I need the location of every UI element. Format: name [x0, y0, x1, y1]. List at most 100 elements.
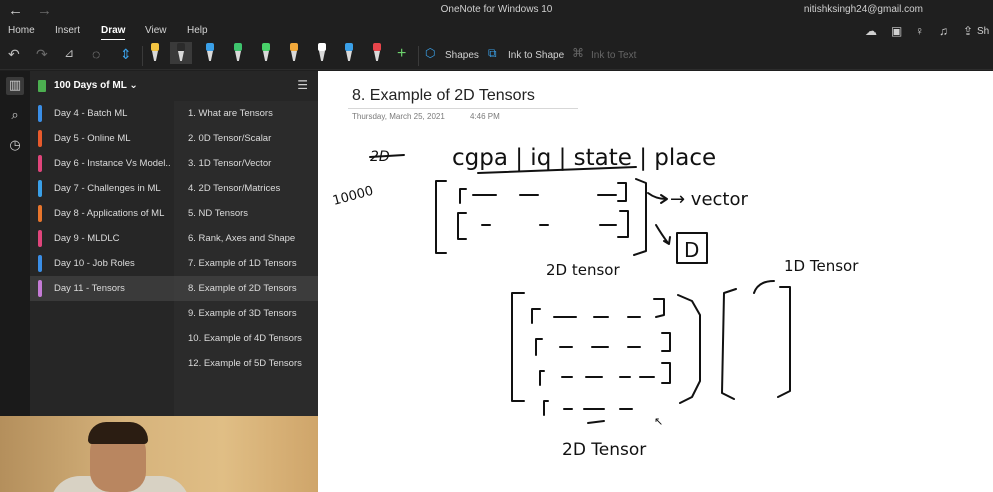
row2-bracket-right: [617, 210, 629, 238]
add-pen-icon[interactable]: +: [397, 45, 406, 63]
tab-help[interactable]: Help: [187, 25, 208, 36]
page-item[interactable]: 4. 2D Tensor/Matrices: [174, 176, 318, 201]
section-color-tab: [38, 155, 42, 172]
page-item[interactable]: 5. ND Tensors: [174, 201, 318, 226]
section-item[interactable]: Day 8 - Applications of ML: [30, 201, 174, 226]
section-color-tab: [38, 205, 42, 222]
tab-home[interactable]: Home: [8, 25, 35, 36]
add-space-icon[interactable]: ⇕: [120, 46, 132, 66]
page-label: 6. Rank, Axes and Shape: [188, 233, 296, 244]
blue-pen[interactable]: [203, 42, 217, 64]
undo-icon[interactable]: ↶: [8, 46, 20, 66]
notebook-color-icon: [38, 80, 46, 92]
title-bar: ← → OneNote for Windows 10 nitishksingh2…: [0, 0, 993, 22]
section-item[interactable]: Day 11 - Tensors: [30, 276, 174, 301]
ribbon-tabs: Home Insert Draw View Help ☁ ▣ ♀ ♫ ⇪ Sh: [0, 22, 993, 41]
notebook-header[interactable]: 100 Days of ML ⌄ ☰: [30, 71, 318, 101]
page-item[interactable]: 8. Example of 2D Tensors: [174, 276, 318, 301]
red-pen[interactable]: [370, 42, 384, 64]
notebook-name[interactable]: 100 Days of ML ⌄: [54, 80, 138, 91]
page-label: 7. Example of 1D Tensors: [188, 258, 297, 269]
outer-bracket-right: [633, 178, 647, 256]
pen-body: [235, 51, 241, 61]
shapes-button[interactable]: Shapes: [445, 50, 479, 61]
page-item[interactable]: 3. 1D Tensor/Vector: [174, 151, 318, 176]
pen-body: [319, 51, 325, 61]
white-pen[interactable]: [315, 42, 329, 64]
rows-count-text: 10000: [331, 184, 375, 209]
light-blue-pen[interactable]: [342, 42, 356, 64]
sync-icon[interactable]: ☁: [865, 24, 877, 38]
section-item[interactable]: Day 9 - MLDLC: [30, 226, 174, 251]
account-email[interactable]: nitishksingh24@gmail.com: [804, 4, 923, 15]
page-label: 3. 1D Tensor/Vector: [188, 158, 272, 169]
page-item[interactable]: 9. Example of 3D Tensors: [174, 301, 318, 326]
notebooks-icon[interactable]: ▥: [6, 77, 24, 95]
lightbulb-icon[interactable]: ♀: [915, 24, 924, 38]
share-button[interactable]: Sh: [977, 26, 989, 37]
arrow-to-d: [655, 224, 669, 244]
page-item[interactable]: 10. Example of 4D Tensors: [174, 326, 318, 351]
section-color-tab: [38, 130, 42, 147]
section-color-tab: [38, 255, 42, 272]
pen-color-swatch: [373, 43, 381, 51]
pen-color-swatch: [151, 43, 159, 51]
handwritten-ink: 2D cgpa | iq | state | place 10000 → vec…: [331, 145, 859, 460]
lasso-select-icon[interactable]: ⊿: [64, 46, 74, 66]
section-label: Day 6 - Instance Vs Model...: [54, 158, 170, 169]
section-color-tab: [38, 105, 42, 122]
tab-draw[interactable]: Draw: [101, 25, 125, 36]
share-icon[interactable]: ⇪: [963, 24, 973, 38]
search-icon[interactable]: ⌕: [6, 107, 24, 125]
1d-tensor-label: 1D Tensor: [784, 257, 859, 275]
2d-tensor-label: 2D tensor: [546, 261, 620, 279]
section-label: Day 4 - Batch ML: [54, 108, 128, 119]
outer-bracket-left: [435, 180, 447, 254]
green-pen[interactable]: [231, 42, 245, 64]
section-label: Day 9 - MLDLC: [54, 233, 120, 244]
notebook-icon[interactable]: ▣: [891, 24, 902, 38]
section-item[interactable]: Day 6 - Instance Vs Model...: [30, 151, 174, 176]
section-item[interactable]: Day 10 - Job Roles: [30, 251, 174, 276]
redo-icon[interactable]: ↷: [36, 46, 48, 66]
page-item[interactable]: 12. Example of 5D Tensors: [174, 351, 318, 376]
tab-view[interactable]: View: [145, 25, 167, 36]
recent-notes-icon[interactable]: ◷: [6, 137, 24, 155]
note-canvas[interactable]: 8. Example of 2D Tensors Thursday, March…: [318, 71, 993, 492]
ink-to-shape-icon[interactable]: ⧉: [488, 46, 497, 66]
section-item[interactable]: Day 4 - Batch ML: [30, 101, 174, 126]
matrix2-bracket-right: [677, 294, 701, 404]
section-label: Day 7 - Challenges in ML: [54, 183, 161, 194]
sort-icon[interactable]: ☰: [297, 78, 308, 92]
highlighter-pen[interactable]: [148, 42, 162, 64]
page-item[interactable]: 6. Rank, Axes and Shape: [174, 226, 318, 251]
page-item[interactable]: 2. 0D Tensor/Scalar: [174, 126, 318, 151]
toolbar-separator: [142, 46, 143, 66]
notebook-name-text: 100 Days of ML: [54, 80, 127, 91]
ink-to-text-button: Ink to Text: [591, 50, 637, 61]
pen-body: [374, 51, 380, 61]
black-pen[interactable]: [170, 42, 192, 64]
shapes-icon[interactable]: ⬡: [425, 46, 435, 66]
page-item[interactable]: 7. Example of 1D Tensors: [174, 251, 318, 276]
page-label: 5. ND Tensors: [188, 208, 249, 219]
pen-body: [178, 51, 184, 61]
header-text: cgpa | iq | state | place: [452, 145, 716, 171]
section-item[interactable]: Day 5 - Online ML: [30, 126, 174, 151]
row1-bracket-right: [617, 182, 627, 202]
page-label: 12. Example of 5D Tensors: [188, 358, 302, 369]
lasso-select-icon-2[interactable]: ◌: [92, 46, 100, 66]
page-label: 9. Example of 3D Tensors: [188, 308, 297, 319]
bell-icon[interactable]: ♫: [939, 24, 948, 38]
orange-pen[interactable]: [287, 42, 301, 64]
pen-body: [291, 51, 297, 61]
matrix3-bracket-right: [777, 286, 791, 398]
page-item[interactable]: 1. What are Tensors: [174, 101, 318, 126]
pen-color-swatch: [345, 43, 353, 51]
ink-to-shape-button[interactable]: Ink to Shape: [508, 50, 564, 61]
mouse-cursor-icon: ↖: [654, 415, 663, 428]
tab-insert[interactable]: Insert: [55, 25, 80, 36]
pen-color-swatch: [206, 43, 214, 51]
green-highlighter[interactable]: [259, 42, 273, 64]
section-item[interactable]: Day 7 - Challenges in ML: [30, 176, 174, 201]
